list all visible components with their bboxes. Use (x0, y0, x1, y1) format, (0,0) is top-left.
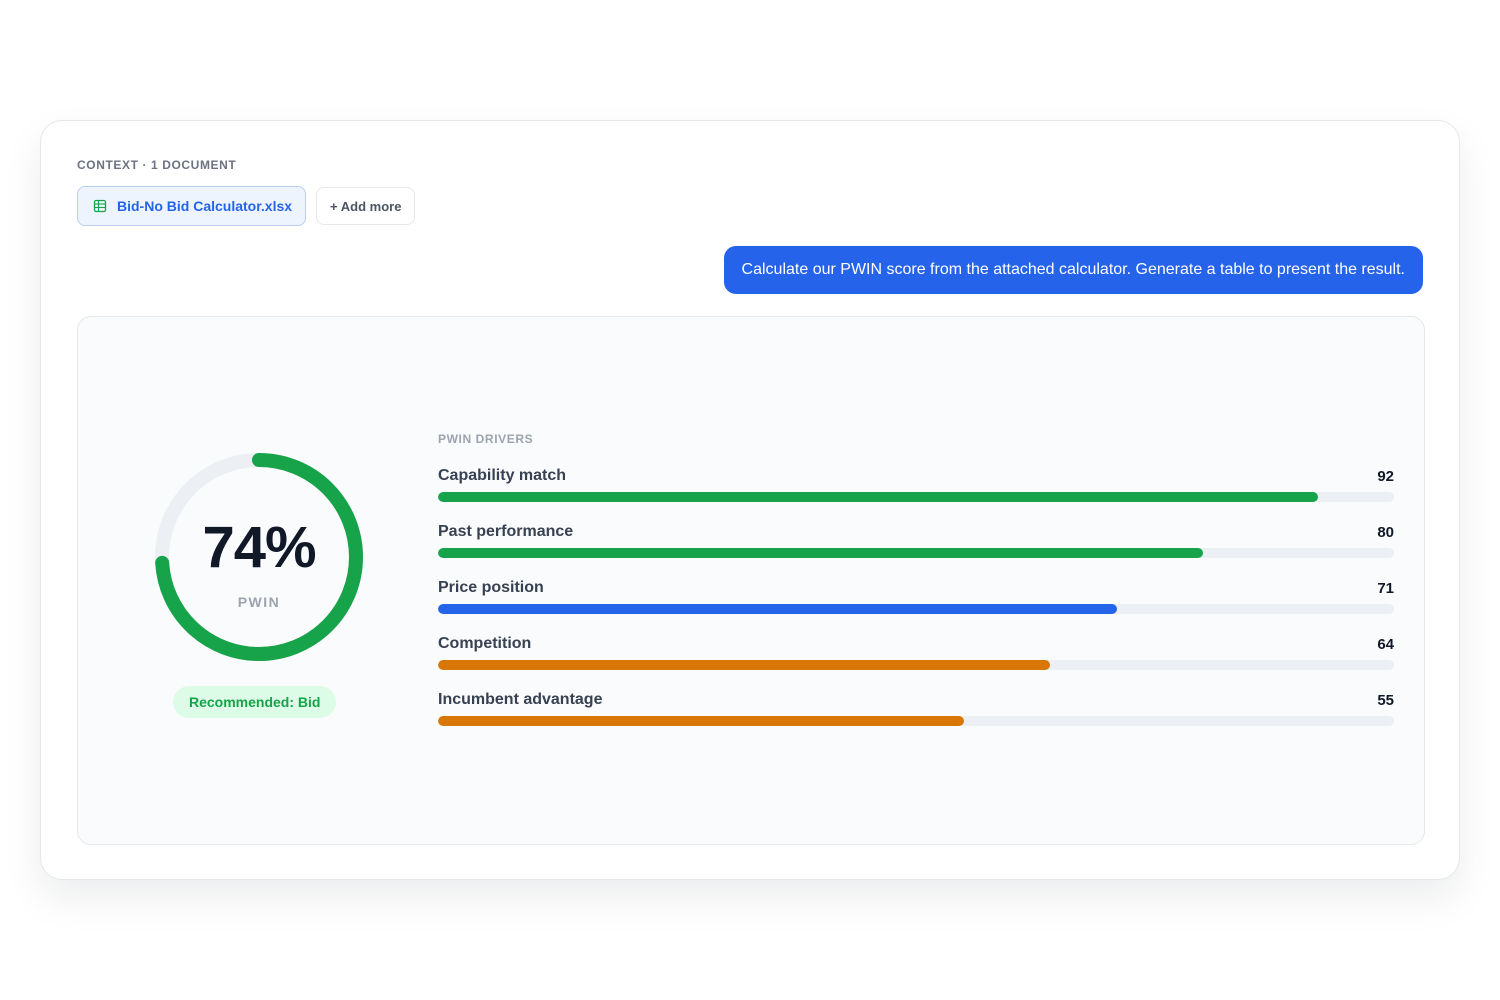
result-panel: 74% PWIN Recommended: Bid PWIN DRIVERS C… (77, 316, 1425, 845)
document-name: Bid-No Bid Calculator.xlsx (117, 198, 293, 214)
driver-row: Incumbent advantage 55 (438, 689, 1394, 745)
pwin-score-label: PWIN (237, 594, 281, 610)
driver-header: Competition 64 (438, 633, 1394, 655)
pwin-gauge: 74% PWIN (152, 450, 366, 664)
driver-list: Capability match 92 Past performance 80 Pric… (438, 465, 1394, 745)
driver-value: 80 (1377, 523, 1394, 541)
driver-value: 55 (1377, 691, 1394, 709)
driver-header: Incumbent advantage 55 (438, 689, 1394, 711)
driver-name: Competition (438, 635, 532, 652)
driver-bar-fill (438, 604, 1117, 614)
driver-header: Past performance 80 (438, 521, 1394, 543)
driver-value: 92 (1377, 467, 1394, 485)
driver-row: Capability match 92 (438, 465, 1394, 521)
driver-name: Past performance (438, 523, 574, 540)
driver-bar-track (438, 716, 1394, 726)
driver-row: Competition 64 (438, 633, 1394, 689)
driver-row: Past performance 80 (438, 521, 1394, 577)
driver-bar-fill (438, 716, 964, 726)
driver-bar-fill (438, 660, 1050, 670)
driver-value: 71 (1377, 579, 1394, 597)
pwin-drivers: PWIN DRIVERS Capability match 92 Past perf… (438, 432, 1394, 745)
document-chip[interactable]: Bid-No Bid Calculator.xlsx (77, 186, 307, 226)
driver-bar-track (438, 660, 1394, 670)
driver-bar-track (438, 548, 1394, 558)
driver-name: Capability match (438, 467, 567, 484)
context-chips: Bid-No Bid Calculator.xlsx + Add more (77, 186, 416, 226)
driver-row: Price position 71 (438, 577, 1394, 633)
context-label: CONTEXT · 1 DOCUMENT (77, 158, 237, 172)
driver-bar-track (438, 604, 1394, 614)
driver-header: Price position 71 (438, 577, 1394, 599)
drivers-title: PWIN DRIVERS (438, 432, 534, 446)
driver-bar-track (438, 492, 1394, 502)
chat-card: CONTEXT · 1 DOCUMENT Bid-No Bid Calculat… (40, 120, 1460, 880)
recommendation-badge: Recommended: Bid (173, 686, 337, 718)
driver-name: Incumbent advantage (438, 691, 603, 708)
spreadsheet-icon (93, 199, 107, 213)
driver-name: Price position (438, 579, 544, 596)
add-more-button[interactable]: + Add more (316, 187, 416, 225)
driver-bar-fill (438, 548, 1203, 558)
user-message: Calculate our PWIN score from the attach… (723, 246, 1423, 294)
driver-value: 64 (1377, 635, 1394, 653)
driver-header: Capability match 92 (438, 465, 1394, 487)
driver-bar-fill (438, 492, 1318, 502)
pwin-score-value: 74% (202, 515, 316, 580)
